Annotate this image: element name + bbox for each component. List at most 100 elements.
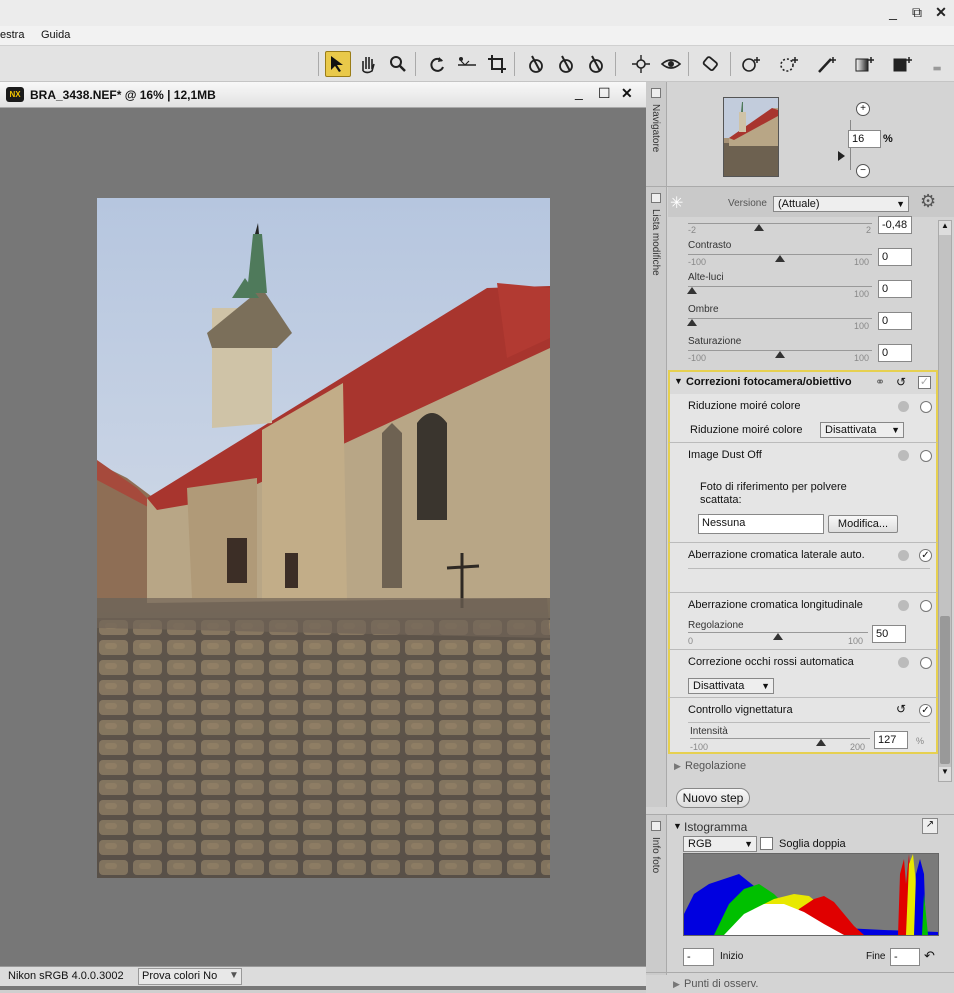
shadows-slider-thumb[interactable]	[687, 319, 697, 326]
vignette-slider-track[interactable]	[690, 738, 870, 739]
vignette-enabled-check[interactable]: ✓	[919, 704, 932, 717]
vignette-unit: %	[916, 736, 925, 746]
doc-minimize-button[interactable]: _	[575, 84, 583, 100]
edit-list-tab[interactable]: Lista modifiche	[646, 187, 667, 807]
shadows-input[interactable]: 0	[878, 312, 912, 330]
selection-gradient-icon[interactable]	[852, 51, 878, 77]
dust-enable-radio[interactable]	[920, 450, 932, 462]
rotate-icon[interactable]	[424, 51, 450, 77]
menu-finestra[interactable]: estra	[0, 29, 24, 41]
neutral-point-dropper-icon[interactable]	[553, 51, 579, 77]
highlights-input[interactable]: 0	[878, 280, 912, 298]
direct-select-tool-icon[interactable]	[325, 51, 351, 77]
longitudinal-ca-title: Aberrazione cromatica longitudinale	[688, 599, 863, 611]
exposure-slider-track[interactable]	[688, 223, 872, 224]
version-dropdown[interactable]: (Attuale) ▼	[773, 196, 909, 212]
lasso-add-icon[interactable]	[738, 51, 764, 77]
exposure-slider-thumb[interactable]	[754, 224, 764, 231]
softproof-dropdown[interactable]: Prova colori No ▼	[138, 968, 242, 985]
crop-icon[interactable]	[484, 51, 510, 77]
redeye-dropdown[interactable]: Disattivata ▼	[688, 678, 774, 694]
saturation-slider-thumb[interactable]	[775, 351, 785, 358]
contrast-slider-thumb[interactable]	[775, 255, 785, 262]
link-icon[interactable]: ⚭	[875, 375, 885, 389]
collapse-icon[interactable]	[651, 821, 661, 831]
undo-icon[interactable]: ↺	[896, 702, 906, 716]
contrast-input[interactable]: 0	[878, 248, 912, 266]
doc-maximize-button[interactable]: ☐	[598, 85, 611, 102]
marquee-add-icon[interactable]	[776, 51, 802, 77]
photo-info-tab[interactable]: Info foto	[646, 815, 667, 975]
chevron-down-icon: ▼	[229, 970, 239, 981]
step-divider	[688, 568, 930, 569]
color-control-point-icon[interactable]	[628, 51, 654, 77]
gear-icon[interactable]: ⚙	[920, 191, 936, 212]
shadows-max: 100	[854, 321, 870, 331]
zoom-slider-thumb[interactable]	[838, 151, 845, 161]
longitudinal-input[interactable]: 50	[872, 625, 906, 643]
moire-dropdown[interactable]: Disattivata ▼	[820, 422, 904, 438]
histogram-chart[interactable]	[683, 853, 939, 936]
chevron-down-icon: ▼	[891, 425, 900, 435]
vignette-input[interactable]: 127	[874, 731, 908, 749]
channel-dropdown[interactable]: RGB ▼	[683, 836, 757, 852]
zoom-tool-icon[interactable]	[385, 51, 411, 77]
scrollbar-thumb[interactable]	[940, 616, 950, 764]
highlights-slider-thumb[interactable]	[687, 287, 697, 294]
scroll-down-icon[interactable]: ▼	[939, 767, 951, 781]
start-input[interactable]: -	[683, 948, 714, 966]
edit-list-scrollbar[interactable]: ▲ ▼	[938, 220, 952, 782]
navigator-tab[interactable]: Navigatore	[646, 82, 667, 186]
zoom-input[interactable]: 16	[848, 130, 881, 148]
vignette-slider-thumb[interactable]	[816, 739, 826, 746]
end-input[interactable]: -	[890, 948, 920, 966]
longitudinal-ca-radio[interactable]	[920, 600, 932, 612]
lateral-ca-enabled-check[interactable]: ✓	[919, 549, 932, 562]
observation-points-label[interactable]: Punti di osserv.	[684, 978, 758, 990]
toolbar-overflow-icon[interactable]	[928, 51, 948, 77]
fill-remove-icon[interactable]	[890, 51, 916, 77]
undo-icon[interactable]: ↺	[896, 375, 906, 389]
collapse-icon[interactable]	[651, 193, 661, 203]
navigator-thumbnail[interactable]	[723, 97, 779, 177]
white-point-dropper-icon[interactable]	[583, 51, 609, 77]
zoom-in-icon[interactable]: +	[856, 102, 870, 116]
saturation-min: -100	[688, 353, 707, 363]
close-button[interactable]: ✕	[932, 3, 950, 21]
minimize-button[interactable]: _	[884, 3, 902, 21]
vignette-max: 200	[850, 742, 866, 752]
collapse-icon[interactable]	[651, 88, 661, 98]
saturation-input[interactable]: 0	[878, 344, 912, 362]
triangle-down-icon: ▼	[673, 821, 682, 831]
hand-tool-icon[interactable]	[355, 51, 381, 77]
new-step-button[interactable]: Nuovo step	[676, 788, 750, 808]
restore-button[interactable]: ⧉	[908, 3, 926, 21]
double-threshold-checkbox[interactable]	[760, 837, 773, 850]
shadows-slider-track[interactable]	[688, 318, 872, 319]
expand-icon[interactable]: ↗	[922, 818, 938, 834]
black-point-dropper-icon[interactable]	[523, 51, 549, 77]
photo-image[interactable]	[97, 198, 550, 878]
zoom-out-icon[interactable]: −	[856, 164, 870, 178]
longitudinal-ca-step: Aberrazione cromatica longitudinale Rego…	[668, 592, 938, 649]
doc-close-button[interactable]: ✕	[621, 85, 633, 102]
redeye-radio[interactable]	[920, 657, 932, 669]
section-enable-checkbox[interactable]: ✓	[918, 376, 931, 389]
dust-desc-line2: scattata:	[700, 494, 742, 506]
auto-retouch-brush-icon[interactable]	[697, 51, 723, 77]
vignette-title: Controllo vignettatura	[688, 704, 793, 716]
selection-brush-icon[interactable]	[814, 51, 840, 77]
moire-enable-radio[interactable]	[920, 401, 932, 413]
adjust-section-label[interactable]: Regolazione	[685, 760, 746, 772]
straighten-icon[interactable]	[454, 51, 480, 77]
highlights-slider-track[interactable]	[688, 286, 872, 287]
longitudinal-slider-thumb[interactable]	[773, 633, 783, 640]
scroll-up-icon[interactable]: ▲	[939, 221, 951, 235]
exposure-input[interactable]: -0,48	[878, 216, 912, 234]
reset-icon[interactable]: ↶	[924, 948, 935, 964]
camera-lens-section-header[interactable]: ▼ Correzioni fotocamera/obiettivo ⚭ ↺ ✓	[668, 370, 938, 394]
menu-guida[interactable]: Guida	[41, 29, 70, 41]
red-eye-icon[interactable]	[658, 51, 684, 77]
dust-reference-field[interactable]: Nessuna	[698, 514, 824, 534]
modify-button[interactable]: Modifica...	[828, 515, 898, 533]
